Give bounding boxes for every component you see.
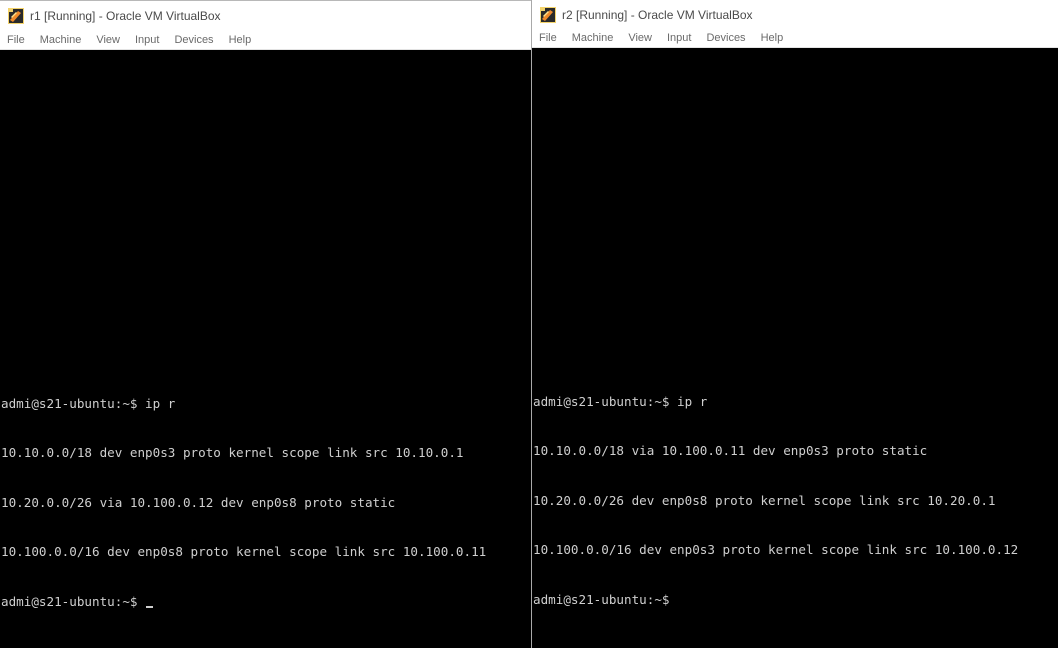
menu-machine[interactable]: Machine xyxy=(40,31,82,49)
terminal-line: 10.100.0.0/16 dev enp0s3 proto kernel sc… xyxy=(533,542,1019,557)
terminal-line: admi@s21-ubuntu:~$ ip r xyxy=(533,393,708,409)
menu-devices[interactable]: Devices xyxy=(174,31,213,49)
window-titlebar[interactable]: r1 [Running] - Oracle VM VirtualBox xyxy=(0,0,531,31)
terminal-line: admi@s21-ubuntu:~$ ip r xyxy=(1,395,176,411)
menu-bar: File Machine View Input Devices Help xyxy=(532,29,1058,48)
vm-window-r1: r1 [Running] - Oracle VM VirtualBox File… xyxy=(0,0,531,648)
menu-bar: File Machine View Input Devices Help xyxy=(0,31,531,50)
terminal-line: 10.10.0.0/18 dev enp0s3 proto kernel sco… xyxy=(1,445,464,460)
terminal-line: 10.20.0.0/26 dev enp0s8 proto kernel sco… xyxy=(533,492,996,508)
vm-screen[interactable]: admi@s21-ubuntu:~$ ip r 10.10.0.0/18 via… xyxy=(532,48,1058,648)
terminal-line: 10.10.0.0/18 via 10.100.0.11 dev enp0s3 … xyxy=(533,443,928,458)
terminal-line: 10.20.0.0/26 via 10.100.0.12 dev enp0s8 … xyxy=(1,494,396,510)
window-title: r1 [Running] - Oracle VM VirtualBox xyxy=(30,9,221,23)
menu-machine[interactable]: Machine xyxy=(572,29,614,47)
terminal-line: 10.100.0.0/16 dev enp0s8 proto kernel sc… xyxy=(1,544,487,559)
menu-help[interactable]: Help xyxy=(229,31,252,49)
menu-input[interactable]: Input xyxy=(135,31,159,49)
terminal-output: admi@s21-ubuntu:~$ ip r 10.10.0.0/18 dev… xyxy=(1,363,531,644)
menu-view[interactable]: View xyxy=(96,31,120,49)
terminal-output: admi@s21-ubuntu:~$ ip r 10.10.0.0/18 via… xyxy=(533,361,1058,642)
virtualbox-icon xyxy=(8,8,24,24)
window-title: r2 [Running] - Oracle VM VirtualBox xyxy=(562,7,753,22)
terminal-prompt: admi@s21-ubuntu:~$ xyxy=(1,593,146,609)
menu-devices[interactable]: Devices xyxy=(706,29,745,47)
vm-screen[interactable]: admi@s21-ubuntu:~$ ip r 10.10.0.0/18 dev… xyxy=(0,50,531,648)
menu-help[interactable]: Help xyxy=(761,29,784,47)
vm-window-r2: r2 [Running] - Oracle VM VirtualBox File… xyxy=(532,0,1058,648)
terminal-prompt-line: admi@s21-ubuntu:~$ xyxy=(1,594,531,611)
text-cursor xyxy=(146,605,154,608)
menu-file[interactable]: File xyxy=(7,31,25,49)
window-titlebar[interactable]: r2 [Running] - Oracle VM VirtualBox xyxy=(532,0,1058,29)
terminal-prompt-line: admi@s21-ubuntu:~$ xyxy=(533,591,670,607)
menu-view[interactable]: View xyxy=(628,29,652,47)
menu-input[interactable]: Input xyxy=(667,29,691,47)
virtualbox-icon xyxy=(540,6,556,23)
menu-file[interactable]: File xyxy=(539,29,557,47)
